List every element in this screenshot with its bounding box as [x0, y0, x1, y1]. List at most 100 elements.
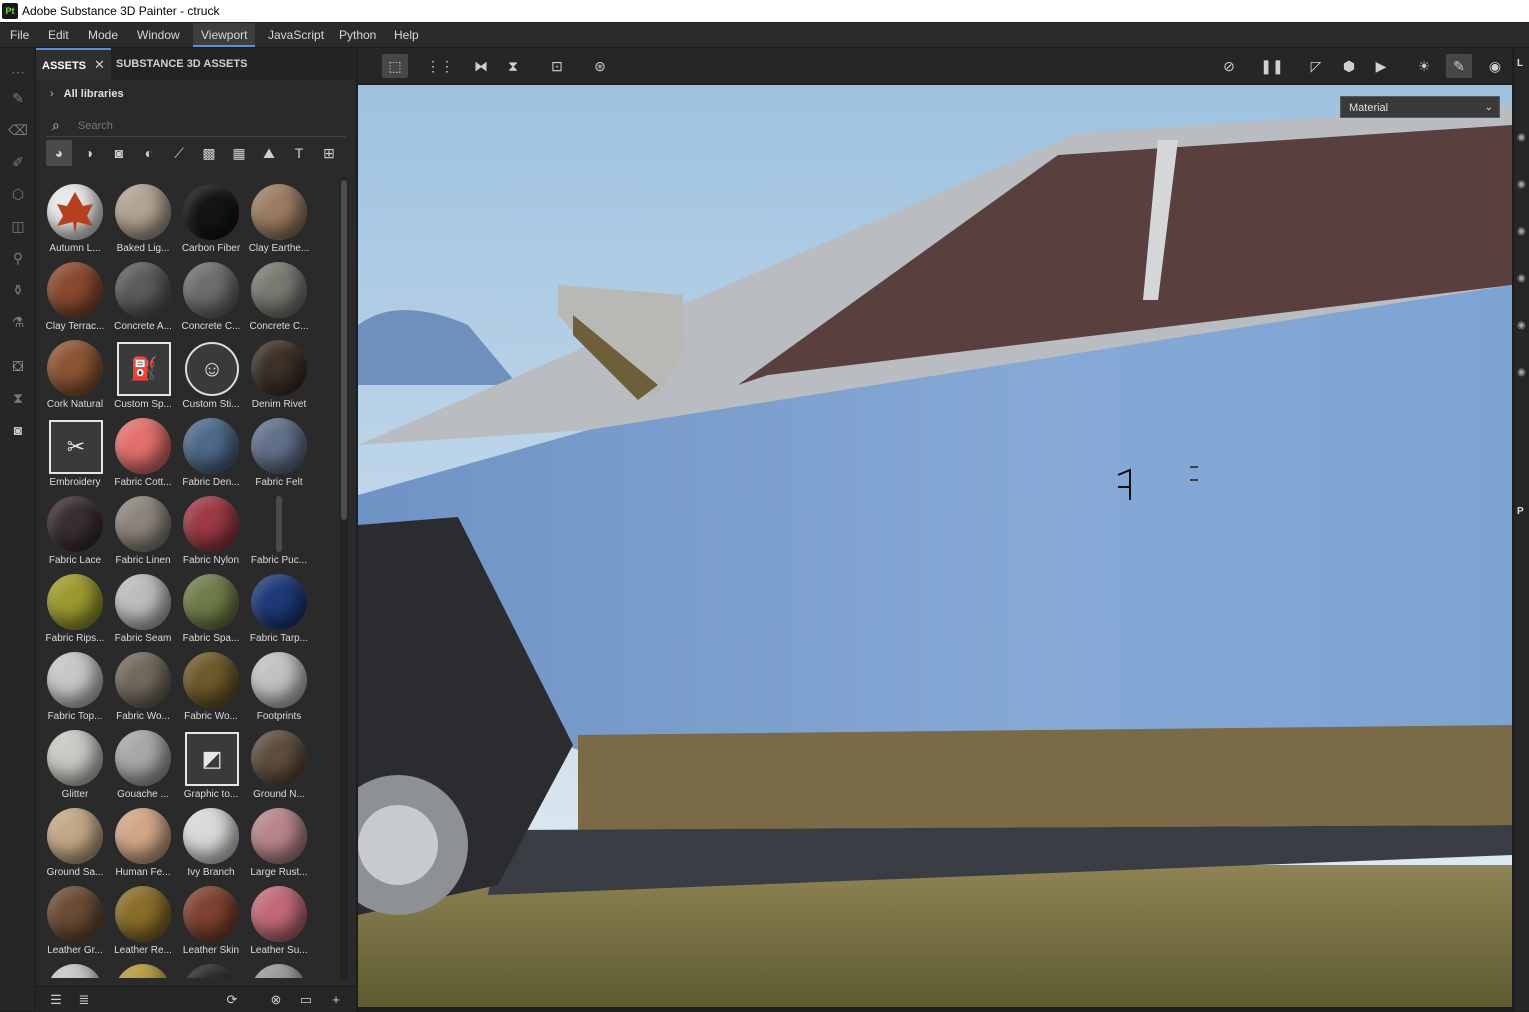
filter-procedurals-icon[interactable]: ▦: [226, 140, 252, 166]
asset-tile[interactable]: Fabric Puc...: [246, 490, 312, 568]
asset-tile[interactable]: Concrete C...: [178, 256, 244, 334]
filter-smart-materials-icon[interactable]: ◑: [76, 140, 102, 166]
filter-filters-icon[interactable]: ◐: [136, 140, 162, 166]
selection-mode-icon[interactable]: ⬚: [382, 54, 408, 78]
filter-materials-icon[interactable]: ◕: [46, 140, 72, 166]
reset-view-icon[interactable]: ⊛: [587, 54, 613, 78]
close-icon[interactable]: ✕: [94, 57, 105, 72]
filter-environments-icon[interactable]: ⛰: [256, 140, 282, 166]
asset-tile[interactable]: Concrete C...: [246, 256, 312, 334]
asset-tile[interactable]: [42, 958, 108, 978]
filter-brushes-icon[interactable]: ⟋: [166, 140, 192, 166]
menu-javascript[interactable]: JavaScript: [260, 23, 332, 47]
asset-tile[interactable]: Fabric Spa...: [178, 568, 244, 646]
tab-assets[interactable]: ASSETS ✕: [36, 48, 111, 80]
3d-viewport[interactable]: Material ⌄: [358, 85, 1512, 1007]
asset-tile[interactable]: Fabric Rips...: [42, 568, 108, 646]
asset-tile[interactable]: [178, 958, 244, 978]
lighting-icon[interactable]: ☀: [1411, 54, 1437, 78]
asset-tile[interactable]: Leather Gr...: [42, 880, 108, 958]
asset-tile[interactable]: ⛽ Custom Sp...: [110, 334, 176, 412]
eye-icon[interactable]: ◉: [1517, 320, 1529, 334]
clone-tool-icon[interactable]: ⚱: [8, 280, 28, 300]
asset-tile[interactable]: [110, 958, 176, 978]
asset-tile[interactable]: Gouache ...: [110, 724, 176, 802]
asset-tile[interactable]: Leather Skin: [178, 880, 244, 958]
symmetry-x-icon[interactable]: ⧓: [468, 54, 494, 78]
tab-substance-3d-assets[interactable]: SUBSTANCE 3D ASSETS: [110, 48, 253, 80]
tiling-icon[interactable]: ⋮⋮: [426, 54, 454, 78]
asset-tile[interactable]: Human Fe...: [110, 802, 176, 880]
menu-viewport[interactable]: Viewport: [193, 23, 256, 47]
tree-view-icon[interactable]: ≣: [74, 990, 94, 1010]
asset-tile[interactable]: Fabric Linen: [110, 490, 176, 568]
asset-tile[interactable]: Baked Lig...: [110, 178, 176, 256]
filter-text-icon[interactable]: T: [286, 140, 312, 166]
add-icon[interactable]: +: [326, 990, 346, 1010]
search-input[interactable]: [76, 119, 340, 133]
list-view-icon[interactable]: ☰: [46, 990, 66, 1010]
frame-camera-icon[interactable]: ⊡: [544, 54, 570, 78]
paint-mode-icon[interactable]: ✎: [1446, 54, 1472, 78]
asset-tile[interactable]: Autumn L...: [42, 178, 108, 256]
asset-tile[interactable]: Fabric Nylon: [178, 490, 244, 568]
asset-tile[interactable]: Fabric Den...: [178, 412, 244, 490]
asset-tile[interactable]: Cork Natural: [42, 334, 108, 412]
3d-view-icon[interactable]: ⬢: [1336, 54, 1362, 78]
asset-tile[interactable]: Fabric Cott...: [110, 412, 176, 490]
menu-window[interactable]: Window: [129, 23, 188, 47]
symmetry-y-icon[interactable]: ⧗: [500, 54, 526, 78]
paint-brush-tool-icon[interactable]: ✎: [8, 88, 28, 108]
projection-tool-icon[interactable]: ✐: [8, 152, 28, 172]
asset-tile[interactable]: Fabric Tarp...: [246, 568, 312, 646]
asset-tile[interactable]: Carbon Fiber: [178, 178, 244, 256]
display-settings-icon[interactable]: ◙: [8, 420, 28, 440]
eye-icon[interactable]: ◉: [1517, 179, 1529, 193]
filter-all-icon[interactable]: ⊞: [316, 140, 342, 166]
asset-tile[interactable]: Ivy Branch: [178, 802, 244, 880]
assets-panel-icon[interactable]: ⛋: [8, 356, 28, 376]
new-library-icon[interactable]: ▭: [296, 990, 316, 1010]
asset-tile[interactable]: Leather Re...: [110, 880, 176, 958]
asset-tile[interactable]: Fabric Wo...: [178, 646, 244, 724]
menu-help[interactable]: Help: [386, 23, 427, 47]
asset-tile[interactable]: Fabric Lace: [42, 490, 108, 568]
menu-mode[interactable]: Mode: [80, 23, 126, 47]
smudge-tool-icon[interactable]: ⚲: [8, 248, 28, 268]
clear-filter-icon[interactable]: ⊗: [266, 990, 286, 1010]
asset-tile[interactable]: Ground Sa...: [42, 802, 108, 880]
history-panel-icon[interactable]: ⧗: [8, 388, 28, 408]
scrollbar-thumb[interactable]: [341, 180, 347, 520]
asset-tile[interactable]: Denim Rivet: [246, 334, 312, 412]
menu-file[interactable]: File: [2, 23, 37, 47]
layers-panel-tab[interactable]: L: [1517, 58, 1529, 72]
screenshot-icon[interactable]: ◉: [1482, 54, 1508, 78]
eye-icon[interactable]: ◉: [1517, 132, 1529, 146]
hide-selection-icon[interactable]: ⊘: [1216, 54, 1242, 78]
asset-tile[interactable]: [246, 958, 312, 978]
filter-smart-masks-icon[interactable]: ◙: [106, 140, 132, 166]
menu-python[interactable]: Python: [331, 23, 384, 47]
asset-tile[interactable]: Fabric Felt: [246, 412, 312, 490]
asset-tile[interactable]: Concrete A...: [110, 256, 176, 334]
eraser-tool-icon[interactable]: ⌫: [8, 120, 28, 140]
display-mode-select[interactable]: Material ⌄: [1340, 96, 1500, 118]
asset-tile[interactable]: ✂ Embroidery: [42, 412, 108, 490]
material-picker-tool-icon[interactable]: ⚗: [8, 312, 28, 332]
properties-panel-tab[interactable]: P: [1517, 506, 1529, 520]
polygon-fill-tool-icon[interactable]: ◫: [8, 216, 28, 236]
eye-icon[interactable]: ◉: [1517, 367, 1529, 381]
asset-tile[interactable]: Footprints: [246, 646, 312, 724]
asset-tile[interactable]: ☺ Custom Sti...: [178, 334, 244, 412]
camera-icon[interactable]: ▶: [1368, 54, 1394, 78]
asset-tile[interactable]: Fabric Wo...: [110, 646, 176, 724]
asset-tile[interactable]: Clay Earthe...: [246, 178, 312, 256]
asset-tile[interactable]: Fabric Top...: [42, 646, 108, 724]
eye-icon[interactable]: ◉: [1517, 273, 1529, 287]
pause-render-icon[interactable]: ❚❚: [1259, 54, 1285, 78]
asset-tile[interactable]: Ground N...: [246, 724, 312, 802]
refresh-icon[interactable]: ⟳: [222, 990, 242, 1010]
geometry-fill-tool-icon[interactable]: ⬡: [8, 184, 28, 204]
asset-tile[interactable]: ◩ Graphic to...: [178, 724, 244, 802]
asset-tile[interactable]: Large Rust...: [246, 802, 312, 880]
